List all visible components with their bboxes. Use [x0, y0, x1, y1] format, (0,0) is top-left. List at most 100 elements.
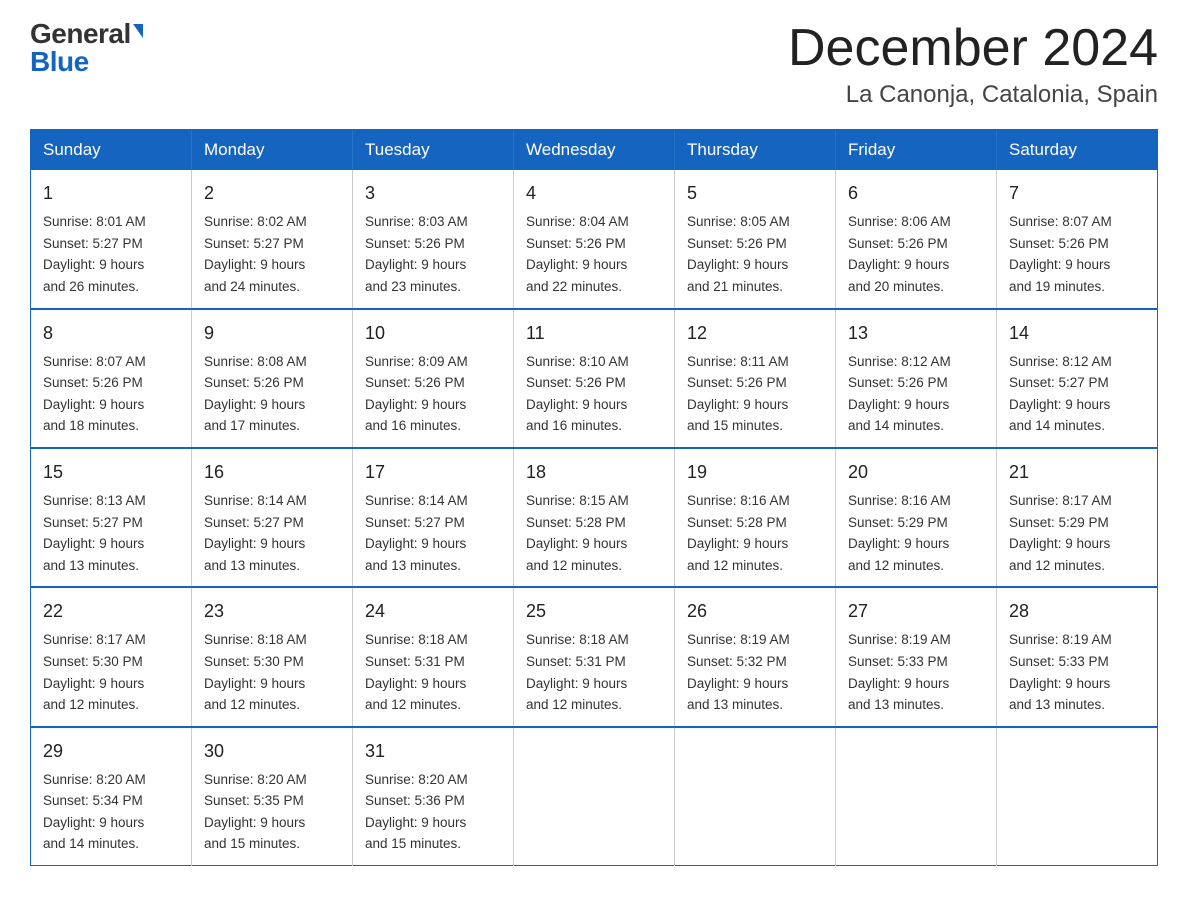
- calendar-cell: 20 Sunrise: 8:16 AMSunset: 5:29 PMDayligh…: [836, 448, 997, 587]
- title-block: December 2024 La Canonja, Catalonia, Spa…: [788, 20, 1158, 109]
- day-number: 15: [43, 459, 179, 486]
- day-number: 24: [365, 598, 501, 625]
- day-info: Sunrise: 8:16 AMSunset: 5:28 PMDaylight:…: [687, 490, 823, 576]
- day-info: Sunrise: 8:14 AMSunset: 5:27 PMDaylight:…: [204, 490, 340, 576]
- day-info: Sunrise: 8:06 AMSunset: 5:26 PMDaylight:…: [848, 211, 984, 297]
- day-number: 6: [848, 180, 984, 207]
- day-number: 25: [526, 598, 662, 625]
- day-number: 4: [526, 180, 662, 207]
- day-number: 3: [365, 180, 501, 207]
- day-number: 20: [848, 459, 984, 486]
- day-number: 18: [526, 459, 662, 486]
- calendar-cell: 14 Sunrise: 8:12 AMSunset: 5:27 PMDayligh…: [997, 309, 1158, 448]
- calendar-title: December 2024: [788, 20, 1158, 77]
- day-number: 23: [204, 598, 340, 625]
- day-info: Sunrise: 8:18 AMSunset: 5:30 PMDaylight:…: [204, 629, 340, 715]
- day-info: Sunrise: 8:04 AMSunset: 5:26 PMDaylight:…: [526, 211, 662, 297]
- calendar-cell: 1 Sunrise: 8:01 AMSunset: 5:27 PMDaylight…: [31, 170, 192, 308]
- logo-blue: Blue: [30, 48, 143, 76]
- calendar-cell: 25 Sunrise: 8:18 AMSunset: 5:31 PMDayligh…: [514, 587, 675, 726]
- day-number: 9: [204, 320, 340, 347]
- calendar-cell: 16 Sunrise: 8:14 AMSunset: 5:27 PMDayligh…: [192, 448, 353, 587]
- calendar-cell: 8 Sunrise: 8:07 AMSunset: 5:26 PMDaylight…: [31, 309, 192, 448]
- calendar-cell: 21 Sunrise: 8:17 AMSunset: 5:29 PMDayligh…: [997, 448, 1158, 587]
- calendar-week-row: 1 Sunrise: 8:01 AMSunset: 5:27 PMDaylight…: [31, 170, 1158, 308]
- day-info: Sunrise: 8:12 AMSunset: 5:27 PMDaylight:…: [1009, 351, 1145, 437]
- calendar-cell: 12Sunrise: 8:11 AMSunset: 5:26 PMDayligh…: [675, 309, 836, 448]
- calendar-cell: 2 Sunrise: 8:02 AMSunset: 5:27 PMDaylight…: [192, 170, 353, 308]
- day-number: 21: [1009, 459, 1145, 486]
- calendar-cell: 18 Sunrise: 8:15 AMSunset: 5:28 PMDayligh…: [514, 448, 675, 587]
- day-info: Sunrise: 8:02 AMSunset: 5:27 PMDaylight:…: [204, 211, 340, 297]
- day-info: Sunrise: 8:08 AMSunset: 5:26 PMDaylight:…: [204, 351, 340, 437]
- weekday-header-monday: Monday: [192, 130, 353, 171]
- calendar-cell: [514, 727, 675, 866]
- day-info: Sunrise: 8:09 AMSunset: 5:26 PMDaylight:…: [365, 351, 501, 437]
- day-info: Sunrise: 8:10 AMSunset: 5:26 PMDaylight:…: [526, 351, 662, 437]
- day-number: 14: [1009, 320, 1145, 347]
- day-info: Sunrise: 8:19 AMSunset: 5:33 PMDaylight:…: [848, 629, 984, 715]
- day-info: Sunrise: 8:18 AMSunset: 5:31 PMDaylight:…: [526, 629, 662, 715]
- weekday-header-row: SundayMondayTuesdayWednesdayThursdayFrid…: [31, 130, 1158, 171]
- day-info: Sunrise: 8:15 AMSunset: 5:28 PMDaylight:…: [526, 490, 662, 576]
- day-info: Sunrise: 8:07 AMSunset: 5:26 PMDaylight:…: [1009, 211, 1145, 297]
- calendar-cell: 17 Sunrise: 8:14 AMSunset: 5:27 PMDayligh…: [353, 448, 514, 587]
- calendar-cell: 9 Sunrise: 8:08 AMSunset: 5:26 PMDaylight…: [192, 309, 353, 448]
- day-number: 7: [1009, 180, 1145, 207]
- day-number: 22: [43, 598, 179, 625]
- calendar-cell: 4 Sunrise: 8:04 AMSunset: 5:26 PMDaylight…: [514, 170, 675, 308]
- day-info: Sunrise: 8:17 AMSunset: 5:29 PMDaylight:…: [1009, 490, 1145, 576]
- day-info: Sunrise: 8:17 AMSunset: 5:30 PMDaylight:…: [43, 629, 179, 715]
- weekday-header-sunday: Sunday: [31, 130, 192, 171]
- day-number: 16: [204, 459, 340, 486]
- calendar-cell: 5 Sunrise: 8:05 AMSunset: 5:26 PMDaylight…: [675, 170, 836, 308]
- day-info: Sunrise: 8:05 AMSunset: 5:26 PMDaylight:…: [687, 211, 823, 297]
- calendar-cell: [836, 727, 997, 866]
- page-header: General Blue December 2024 La Canonja, C…: [30, 20, 1158, 109]
- weekday-header-thursday: Thursday: [675, 130, 836, 171]
- day-number: 5: [687, 180, 823, 207]
- day-number: 29: [43, 738, 179, 765]
- calendar-cell: 23 Sunrise: 8:18 AMSunset: 5:30 PMDayligh…: [192, 587, 353, 726]
- day-number: 19: [687, 459, 823, 486]
- calendar-cell: 26Sunrise: 8:19 AMSunset: 5:32 PMDayligh…: [675, 587, 836, 726]
- day-number: 31: [365, 738, 501, 765]
- calendar-cell: 10 Sunrise: 8:09 AMSunset: 5:26 PMDayligh…: [353, 309, 514, 448]
- day-info: Sunrise: 8:07 AMSunset: 5:26 PMDaylight:…: [43, 351, 179, 437]
- calendar-cell: 28Sunrise: 8:19 AMSunset: 5:33 PMDayligh…: [997, 587, 1158, 726]
- weekday-header-wednesday: Wednesday: [514, 130, 675, 171]
- calendar-week-row: 22 Sunrise: 8:17 AMSunset: 5:30 PMDayligh…: [31, 587, 1158, 726]
- calendar-cell: 15Sunrise: 8:13 AMSunset: 5:27 PMDayligh…: [31, 448, 192, 587]
- logo-triangle-icon: [133, 24, 143, 38]
- day-info: Sunrise: 8:12 AMSunset: 5:26 PMDaylight:…: [848, 351, 984, 437]
- calendar-cell: 29Sunrise: 8:20 AMSunset: 5:34 PMDayligh…: [31, 727, 192, 866]
- day-info: Sunrise: 8:16 AMSunset: 5:29 PMDaylight:…: [848, 490, 984, 576]
- calendar-cell: 3Sunrise: 8:03 AMSunset: 5:26 PMDaylight…: [353, 170, 514, 308]
- day-number: 26: [687, 598, 823, 625]
- day-number: 30: [204, 738, 340, 765]
- calendar-cell: 24 Sunrise: 8:18 AMSunset: 5:31 PMDayligh…: [353, 587, 514, 726]
- day-number: 13: [848, 320, 984, 347]
- day-info: Sunrise: 8:14 AMSunset: 5:27 PMDaylight:…: [365, 490, 501, 576]
- day-number: 1: [43, 180, 179, 207]
- calendar-cell: 7 Sunrise: 8:07 AMSunset: 5:26 PMDaylight…: [997, 170, 1158, 308]
- calendar-cell: 11Sunrise: 8:10 AMSunset: 5:26 PMDayligh…: [514, 309, 675, 448]
- calendar-week-row: 15Sunrise: 8:13 AMSunset: 5:27 PMDayligh…: [31, 448, 1158, 587]
- day-number: 17: [365, 459, 501, 486]
- calendar-subtitle: La Canonja, Catalonia, Spain: [788, 81, 1158, 109]
- calendar-table: SundayMondayTuesdayWednesdayThursdayFrid…: [30, 129, 1158, 866]
- day-info: Sunrise: 8:01 AMSunset: 5:27 PMDaylight:…: [43, 211, 179, 297]
- logo: General Blue: [30, 20, 143, 76]
- day-number: 12: [687, 320, 823, 347]
- calendar-cell: 27 Sunrise: 8:19 AMSunset: 5:33 PMDayligh…: [836, 587, 997, 726]
- weekday-header-tuesday: Tuesday: [353, 130, 514, 171]
- day-number: 2: [204, 180, 340, 207]
- calendar-week-row: 29Sunrise: 8:20 AMSunset: 5:34 PMDayligh…: [31, 727, 1158, 866]
- day-number: 10: [365, 320, 501, 347]
- day-info: Sunrise: 8:20 AMSunset: 5:36 PMDaylight:…: [365, 769, 501, 855]
- weekday-header-friday: Friday: [836, 130, 997, 171]
- day-number: 27: [848, 598, 984, 625]
- calendar-cell: 13 Sunrise: 8:12 AMSunset: 5:26 PMDayligh…: [836, 309, 997, 448]
- day-info: Sunrise: 8:18 AMSunset: 5:31 PMDaylight:…: [365, 629, 501, 715]
- day-number: 8: [43, 320, 179, 347]
